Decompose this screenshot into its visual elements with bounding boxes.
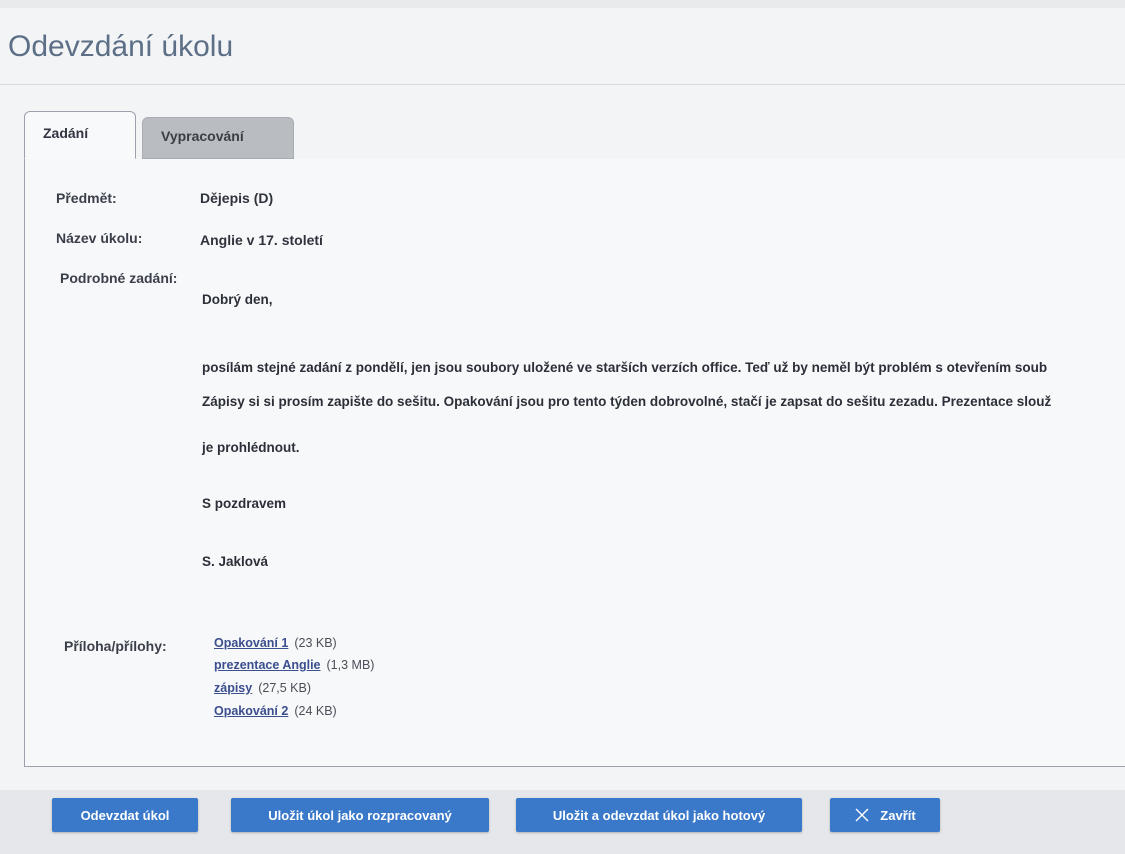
attachments-label: Příloha/přílohy:: [64, 638, 167, 654]
assignment-panel: [24, 159, 1125, 767]
attachment-item: Opakování 2 (24 KB): [214, 704, 337, 718]
attachment-size: (1,3 MB): [326, 658, 375, 672]
tab-vypracovani[interactable]: Vypracování: [142, 117, 294, 159]
title-divider: [0, 84, 1125, 85]
close-icon: [855, 808, 869, 822]
assignment-page: Odevzdání úkolu Zadání Vypracování Předm…: [0, 8, 1125, 854]
subject-value: Dějepis (D): [200, 190, 274, 206]
attachment-size: (23 KB): [294, 636, 337, 650]
attachment-size: (27,5 KB): [258, 681, 312, 695]
close-label: Zavřít: [880, 807, 916, 823]
page-title: Odevzdání úkolu: [8, 30, 234, 63]
save-and-submit-label: Uložit a odevzdat úkol jako hotový: [552, 807, 766, 823]
attachment-link[interactable]: Opakování 2: [214, 704, 288, 718]
details-closing: S pozdravem: [202, 496, 287, 511]
attachment-link[interactable]: prezentace Anglie: [214, 658, 321, 672]
details-signature: S. Jaklová: [202, 554, 269, 569]
attachment-item: prezentace Anglie (1,3 MB): [214, 658, 374, 672]
attachment-item: Opakování 1 (23 KB): [214, 636, 337, 650]
details-paragraph-2-continued: je prohlédnout.: [202, 440, 300, 455]
close-button[interactable]: Zavřít: [830, 798, 940, 832]
attachment-link[interactable]: zápisy: [214, 681, 252, 695]
submit-task-label: Odevzdat úkol: [80, 807, 170, 823]
save-draft-label: Uložit úkol jako rozpracovaný: [268, 807, 452, 823]
subject-label: Předmět:: [56, 190, 117, 206]
tab-zadani[interactable]: Zadání: [24, 111, 136, 159]
tab-bar: Zadání Vypracování: [24, 111, 1125, 160]
submit-task-button[interactable]: Odevzdat úkol: [52, 798, 198, 832]
details-paragraph-2: Zápisy si si prosím zapište do sešitu. O…: [202, 394, 1052, 409]
details-greeting: Dobrý den,: [202, 292, 273, 307]
details-label: Podrobné zadání:: [60, 270, 178, 286]
attachment-size: (24 KB): [294, 704, 337, 718]
save-and-submit-button[interactable]: Uložit a odevzdat úkol jako hotový: [516, 798, 802, 832]
attachment-link[interactable]: Opakování 1: [214, 636, 288, 650]
task-name-value: Anglie v 17. století: [200, 232, 323, 248]
attachment-item: zápisy (27,5 KB): [214, 681, 311, 695]
details-paragraph-1: posílám stejné zadání z pondělí, jen jso…: [202, 360, 1048, 375]
task-name-label: Název úkolu:: [56, 230, 143, 246]
save-draft-button[interactable]: Uložit úkol jako rozpracovaný: [231, 798, 489, 832]
